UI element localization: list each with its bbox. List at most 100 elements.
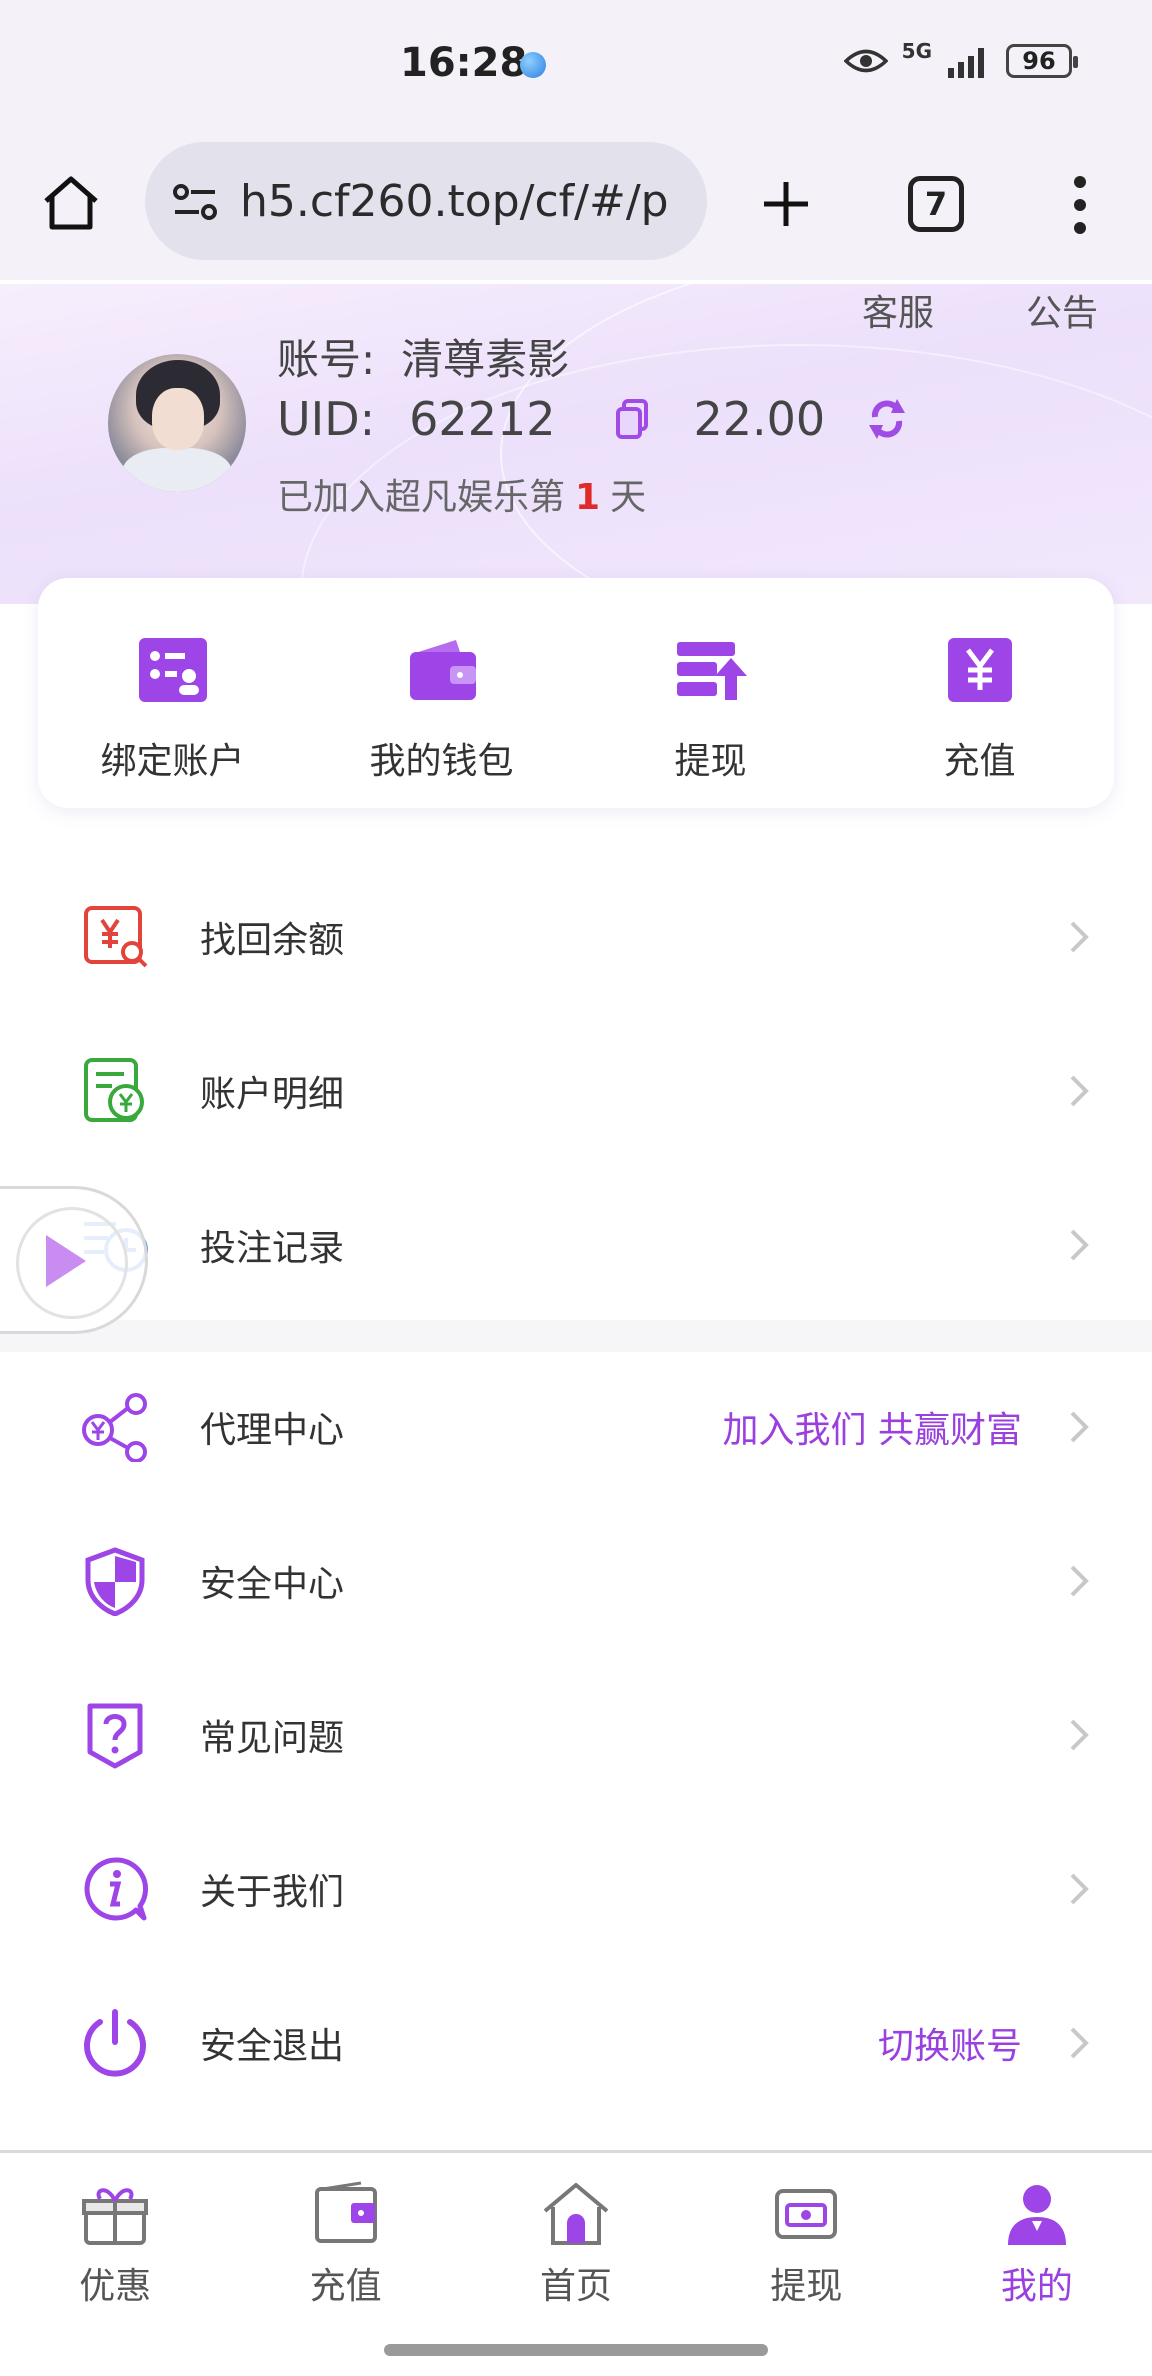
menu-label: 安全退出 bbox=[200, 2026, 345, 2067]
tab-switcher-button[interactable]: 7 bbox=[908, 176, 964, 232]
account-label: 账号: bbox=[277, 335, 376, 384]
nav-item-promotions[interactable]: 优惠 bbox=[0, 2153, 230, 2310]
new-tab-button[interactable] bbox=[752, 170, 820, 238]
profile-header: 客服 公告 账号: 清尊素影 UID: 62212 22.00 已加入超凡娱乐第 1… bbox=[0, 284, 1152, 604]
nav-label: 充值 bbox=[309, 2266, 382, 2307]
menu-row-recover-balance[interactable]: 找回余额 bbox=[0, 860, 1152, 1014]
menu-label: 代理中心 bbox=[200, 1410, 345, 1451]
browser-home-button[interactable] bbox=[36, 168, 106, 238]
question-icon bbox=[87, 1703, 143, 1769]
menu-label: 安全中心 bbox=[200, 1564, 345, 1605]
home-icon bbox=[543, 2183, 609, 2245]
quick-wallet[interactable]: 我的钱包 bbox=[307, 578, 576, 808]
bottom-nav: 优惠 充值 首页 提现 我的 bbox=[0, 2150, 1152, 2310]
browser-notification-icon bbox=[520, 52, 546, 78]
menu-row-faq[interactable]: 常见问题 bbox=[0, 1658, 1152, 1812]
battery-indicator: 96 bbox=[1006, 44, 1078, 78]
browser-menu-button[interactable] bbox=[1060, 170, 1100, 240]
menu-row-about-us[interactable]: 关于我们 bbox=[0, 1812, 1152, 1966]
section-divider bbox=[0, 1320, 1152, 1352]
chevron-right-icon bbox=[1070, 921, 1089, 953]
status-time: 16:28 bbox=[400, 40, 528, 86]
joined-prefix: 已加入超凡娱乐第 bbox=[277, 477, 566, 518]
chevron-right-icon bbox=[1070, 1565, 1089, 1597]
joined-days-text: 已加入超凡娱乐第 1 天 bbox=[277, 468, 646, 520]
uid-line: UID: 62212 22.00 bbox=[277, 392, 909, 446]
power-icon bbox=[84, 2009, 146, 2077]
bind-account-icon bbox=[138, 638, 207, 702]
status-indicators: 5G 96 bbox=[843, 39, 1078, 78]
copy-icon[interactable] bbox=[615, 399, 650, 439]
wallet-icon bbox=[409, 640, 476, 700]
quick-bind-account[interactable]: 绑定账户 bbox=[38, 578, 307, 808]
switch-account-link[interactable]: 切换账号 bbox=[878, 2017, 1022, 2069]
chevron-right-icon bbox=[1070, 2027, 1089, 2059]
customer-service-link[interactable]: 客服 bbox=[862, 284, 934, 336]
nav-label: 提现 bbox=[770, 2266, 843, 2307]
withdraw-cash-icon bbox=[775, 2189, 838, 2239]
nav-item-home[interactable]: 首页 bbox=[461, 2153, 691, 2310]
home-icon bbox=[44, 176, 98, 230]
uid-label: UID: bbox=[277, 392, 376, 446]
account-detail-icon bbox=[84, 1058, 144, 1122]
menu-label: 常见问题 bbox=[200, 1718, 345, 1759]
withdraw-icon bbox=[676, 642, 747, 700]
uid-value: 62212 bbox=[409, 392, 556, 446]
gift-icon bbox=[82, 2188, 149, 2245]
menu-row-agent-center[interactable]: 代理中心 加入我们 共赢财富 bbox=[0, 1350, 1152, 1504]
chevron-right-icon bbox=[1070, 1411, 1089, 1443]
gesture-home-indicator[interactable] bbox=[384, 2344, 768, 2356]
quick-actions-card: 绑定账户 我的钱包 提现 充值 bbox=[38, 578, 1114, 808]
signal-icon bbox=[948, 48, 984, 78]
network-label: 5G bbox=[901, 39, 932, 63]
quick-bind-account-label: 绑定账户 bbox=[100, 741, 245, 782]
menu-label: 关于我们 bbox=[200, 1872, 345, 1913]
menu-label: 投注记录 bbox=[200, 1228, 345, 1269]
nav-label: 我的 bbox=[1000, 2266, 1073, 2307]
yuan-icon bbox=[947, 638, 1012, 702]
joined-suffix: 天 bbox=[610, 477, 647, 518]
chevron-right-icon bbox=[1070, 1873, 1089, 1905]
avatar bbox=[108, 354, 246, 492]
plus-icon bbox=[764, 182, 808, 226]
quick-withdraw-label: 提现 bbox=[674, 741, 747, 782]
nav-label: 首页 bbox=[540, 2266, 613, 2307]
nav-item-mine[interactable]: 我的 bbox=[922, 2153, 1152, 2310]
announcement-link[interactable]: 公告 bbox=[1026, 284, 1098, 336]
recover-balance-icon bbox=[84, 906, 148, 968]
wallet-icon bbox=[314, 2181, 377, 2243]
menu-row-security-center[interactable]: 安全中心 bbox=[0, 1504, 1152, 1658]
site-settings-icon[interactable] bbox=[171, 182, 219, 222]
refresh-icon[interactable] bbox=[865, 397, 909, 441]
menu-row-logout[interactable]: 安全退出 切换账号 bbox=[0, 1966, 1152, 2120]
quick-withdraw[interactable]: 提现 bbox=[576, 578, 845, 808]
agent-promo-text: 加入我们 共赢财富 bbox=[722, 1410, 1022, 1451]
quick-recharge[interactable]: 充值 bbox=[845, 578, 1114, 808]
floating-play-button[interactable] bbox=[0, 1186, 148, 1334]
nav-item-withdraw[interactable]: 提现 bbox=[691, 2153, 921, 2310]
browser-toolbar: h5.cf260.top/cf/#/p 7 bbox=[0, 130, 1152, 414]
nav-item-recharge[interactable]: 充值 bbox=[230, 2153, 460, 2310]
joined-days: 1 bbox=[575, 477, 601, 518]
menu-label: 账户明细 bbox=[200, 1074, 345, 1115]
chevron-right-icon bbox=[1070, 1075, 1089, 1107]
play-icon bbox=[46, 1235, 86, 1287]
balance-value: 22.00 bbox=[693, 392, 826, 446]
shield-icon bbox=[85, 1547, 145, 1616]
chevron-right-icon bbox=[1070, 1719, 1089, 1751]
account-line: 账号: 清尊素影 bbox=[277, 326, 569, 387]
menu-row-account-detail[interactable]: 账户明细 bbox=[0, 1014, 1152, 1168]
menu-label: 找回余额 bbox=[200, 920, 345, 961]
menu-row-bet-record[interactable]: 投注记录 bbox=[0, 1168, 1152, 1322]
info-icon bbox=[84, 1857, 149, 1921]
account-name: 清尊素影 bbox=[401, 335, 570, 384]
agent-share-icon bbox=[82, 1393, 147, 1462]
user-icon bbox=[1007, 2185, 1066, 2245]
url-text[interactable]: h5.cf260.top/cf/#/p bbox=[240, 176, 690, 227]
eye-icon bbox=[843, 49, 888, 73]
quick-recharge-label: 充值 bbox=[943, 741, 1016, 782]
nav-label: 优惠 bbox=[79, 2266, 152, 2307]
status-bar: 16:28 5G 96 bbox=[0, 0, 1152, 130]
address-bar[interactable]: h5.cf260.top/cf/#/p bbox=[145, 142, 707, 260]
quick-wallet-label: 我的钱包 bbox=[369, 741, 514, 782]
